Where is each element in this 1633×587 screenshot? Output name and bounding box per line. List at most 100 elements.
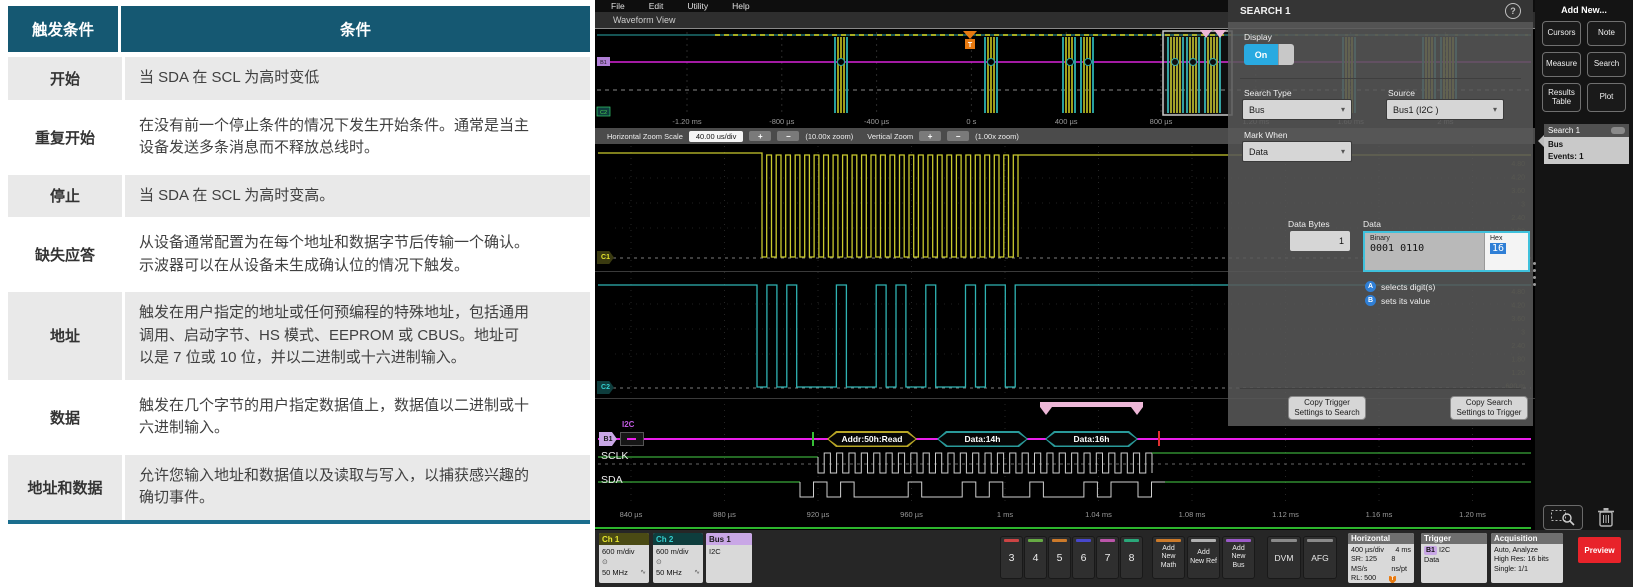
i2c-decode-packet-data2: Data:16h bbox=[1045, 431, 1138, 447]
channel-8-button[interactable]: 8 bbox=[1120, 536, 1143, 579]
zoom-box-icon bbox=[1550, 509, 1576, 526]
binary-input[interactable]: Binary 0001 0110 bbox=[1365, 233, 1484, 270]
channel-7-button[interactable]: 7 bbox=[1096, 536, 1119, 579]
button-stripe bbox=[1191, 539, 1216, 542]
button-stripe bbox=[1226, 539, 1251, 542]
preview-button[interactable]: Preview bbox=[1578, 537, 1621, 563]
channel-4-button[interactable]: 4 bbox=[1024, 536, 1047, 579]
help-icon[interactable]: ? bbox=[1505, 3, 1521, 19]
h-zoom-minus-button[interactable]: − bbox=[777, 131, 799, 141]
zoom-select-button[interactable] bbox=[1543, 505, 1583, 530]
search-panel-header[interactable]: SEARCH 1 ? bbox=[1228, 0, 1533, 22]
search-config-panel: SEARCH 1 ? Display On Search Type Bus▾ S… bbox=[1228, 0, 1533, 426]
horizontal-badge[interactable]: Horizontal 400 µs/div4 ms SR: 125 MS/s8 … bbox=[1348, 533, 1414, 583]
add-plot-button[interactable]: Plot bbox=[1587, 83, 1626, 112]
search-type-dropdown[interactable]: Bus▾ bbox=[1242, 99, 1352, 120]
button-stripe bbox=[1028, 539, 1043, 542]
knob-a-icon: A bbox=[1365, 281, 1376, 292]
search1-result-chip[interactable]: Search 1 Bus Events: 1 bbox=[1544, 124, 1629, 164]
copy-search-to-trigger-button[interactable]: Copy Search Settings to Trigger bbox=[1450, 396, 1528, 420]
trash-icon bbox=[1597, 507, 1615, 527]
add-measure-button[interactable]: Measure bbox=[1542, 52, 1581, 77]
horizontal-zoom-scale-value[interactable]: 40.00 us/div bbox=[689, 131, 743, 142]
divider bbox=[1240, 78, 1521, 79]
svg-text:C2: C2 bbox=[600, 110, 607, 116]
mark-when-value: Data bbox=[1249, 147, 1268, 157]
button-stripe bbox=[1100, 539, 1115, 542]
bus1-bottom-badge[interactable]: Bus 1 I2C bbox=[706, 533, 752, 583]
trigger-type-cell: 开始 bbox=[8, 57, 125, 100]
channel-3-button[interactable]: 3 bbox=[1000, 536, 1023, 579]
add-results-table-button[interactable]: Results Table bbox=[1542, 83, 1581, 112]
binary-value: 0001 0110 bbox=[1370, 243, 1479, 254]
menu-help[interactable]: Help bbox=[732, 1, 749, 11]
condition-cell: 触发在几个字节的用户指定数据值上，数据值以二进制或十六进制输入。 bbox=[125, 385, 590, 450]
h-window: 4 ms bbox=[1395, 545, 1411, 554]
tab-waveform-view[interactable]: Waveform View bbox=[613, 15, 676, 25]
mark-when-dropdown[interactable]: Data▾ bbox=[1242, 141, 1352, 162]
data-bytes-input[interactable]: 1 bbox=[1290, 231, 1350, 251]
chip-events-line: Events: 1 bbox=[1548, 151, 1625, 163]
source-dropdown[interactable]: Bus1 (I2C )▾ bbox=[1386, 99, 1504, 120]
packet-text: Addr:50h:Read bbox=[829, 433, 916, 446]
add-new-ref-button[interactable]: Add New Ref bbox=[1187, 536, 1220, 579]
ch2-badge[interactable]: Ch 2 600 m/div ⊙ 50 MHz ∿ bbox=[653, 533, 703, 583]
trigger-badge[interactable]: Trigger B1 I2C Data bbox=[1421, 533, 1487, 583]
hex-label: Hex bbox=[1490, 235, 1523, 242]
trigger-mode: Data bbox=[1424, 555, 1484, 564]
add-new-math-button[interactable]: Add New Math bbox=[1152, 536, 1185, 579]
table-row: 地址触发在用户指定的地址或任何预编程的特殊地址，包括通用调用、启动字节、HS 模… bbox=[8, 292, 590, 380]
menu-edit[interactable]: Edit bbox=[649, 1, 664, 11]
packet-text: Data:16h bbox=[1047, 433, 1137, 446]
copy-trigger-to-search-button[interactable]: Copy Trigger Settings to Search bbox=[1288, 396, 1366, 420]
source-value: Bus1 (I2C ) bbox=[1393, 105, 1439, 115]
channel-6-button[interactable]: 6 bbox=[1072, 536, 1095, 579]
condition-cell: 从设备通常配置为在每个地址和数据字节后传输一个确认。示波器可以在从设备未生成确认… bbox=[125, 222, 590, 287]
svg-text:T: T bbox=[968, 42, 973, 49]
bandwidth-icon: ∿ bbox=[694, 568, 700, 577]
hex-input[interactable]: Hex 16 bbox=[1484, 233, 1528, 270]
dvm-button[interactable]: DVM bbox=[1267, 536, 1301, 579]
menu-file[interactable]: File bbox=[611, 1, 625, 11]
data-value-box[interactable]: Binary 0001 0110 Hex 16 bbox=[1363, 231, 1530, 272]
overview-time-label: -1.20 ms bbox=[672, 117, 701, 126]
table-row: 缺失应答从设备通常配置为在每个地址和数据字节后传输一个确认。示波器可以在从设备未… bbox=[8, 222, 590, 287]
button-stripe bbox=[1307, 539, 1333, 542]
bottom-status-bar: Ch 1 600 m/div ⊙ 50 MHz ∿ Ch 2 600 m/div… bbox=[595, 530, 1633, 587]
search-type-label: Search Type bbox=[1244, 88, 1292, 98]
afg-button[interactable]: AFG bbox=[1303, 536, 1337, 579]
panel-drag-handle[interactable] bbox=[1531, 258, 1537, 290]
chip-bus-line: Bus bbox=[1548, 139, 1625, 151]
sclk-label: SCLK bbox=[601, 450, 628, 462]
add-note-button[interactable]: Note bbox=[1587, 21, 1626, 46]
bus-name-label: I2C bbox=[622, 420, 634, 429]
add-search-button[interactable]: Search bbox=[1587, 52, 1626, 77]
add-cursors-button[interactable]: Cursors bbox=[1542, 21, 1581, 46]
trigger-type-cell: 缺失应答 bbox=[8, 222, 125, 287]
button-stripe bbox=[1052, 539, 1067, 542]
table-header-trigger-type: 触发条件 bbox=[8, 6, 121, 52]
add-new-title: Add New... bbox=[1535, 5, 1633, 15]
menu-utility[interactable]: Utility bbox=[687, 1, 708, 11]
trigger-type-cell: 停止 bbox=[8, 175, 125, 218]
display-toggle[interactable]: On bbox=[1244, 44, 1294, 65]
acquisition-badge[interactable]: Acquisition Auto, Analyze High Res: 16 b… bbox=[1491, 533, 1563, 583]
mark-when-label: Mark When bbox=[1244, 130, 1287, 140]
knob-b-hint: sets its value bbox=[1381, 296, 1430, 306]
add-new-bus-button[interactable]: Add New Bus bbox=[1222, 536, 1255, 579]
oscilloscope-ui: File Edit Utility Help Waveform View TB1… bbox=[595, 0, 1633, 587]
divider bbox=[1240, 388, 1521, 389]
h-zoom-plus-button[interactable]: + bbox=[749, 131, 771, 141]
h-zoom-factor: (10.00x zoom) bbox=[805, 132, 853, 141]
v-zoom-minus-button[interactable]: − bbox=[947, 131, 969, 141]
time-axis-label: 1.16 ms bbox=[1366, 510, 1393, 519]
chevron-down-icon: ▾ bbox=[1341, 105, 1345, 114]
v-zoom-plus-button[interactable]: + bbox=[919, 131, 941, 141]
condition-cell: 在没有前一个停止条件的情况下发生开始条件。通常是当主设备发送多条消息而不释放总线… bbox=[125, 105, 590, 170]
delete-button[interactable] bbox=[1593, 504, 1619, 529]
data-label: Data bbox=[1363, 219, 1381, 229]
channel-5-button[interactable]: 5 bbox=[1048, 536, 1071, 579]
ch1-badge[interactable]: Ch 1 600 m/div ⊙ 50 MHz ∿ bbox=[599, 533, 649, 583]
condition-cell: 当 SDA 在 SCL 为高时变高。 bbox=[125, 175, 590, 218]
afg-label: AFG bbox=[1311, 553, 1328, 563]
